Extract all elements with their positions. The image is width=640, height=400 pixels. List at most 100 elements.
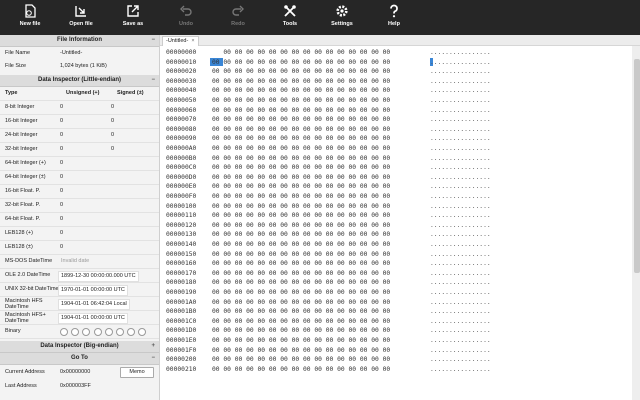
signed-value[interactable]: 0	[111, 143, 114, 156]
ascii-text[interactable]: ................	[430, 355, 491, 365]
ascii-text[interactable]: ................	[430, 230, 491, 240]
collapse-icon[interactable]: −	[151, 35, 155, 46]
signed-value[interactable]: 0	[111, 115, 114, 128]
hex-bytes[interactable]: 00 00 00 00 00 00 00 00 00 00 00 00 00 0…	[212, 173, 390, 183]
expand-icon[interactable]: +	[151, 341, 155, 352]
ascii-text[interactable]: ................	[430, 250, 491, 260]
signed-value[interactable]: 0	[111, 129, 114, 142]
hex-bytes[interactable]: 00 00 00 00 00 00 00 00 00 00 00 00 00 0…	[212, 125, 390, 135]
undo-button[interactable]: Undo	[163, 0, 209, 35]
save-as-button[interactable]: Save as	[110, 0, 156, 35]
hex-bytes[interactable]: 00 00 00 00 00 00 00 00 00 00 00 00 00 0…	[212, 58, 390, 68]
ascii-text[interactable]: ................	[430, 134, 491, 144]
value[interactable]: 0	[60, 157, 63, 170]
ascii-text[interactable]: ................	[430, 307, 491, 317]
ascii-text[interactable]: ................	[430, 115, 491, 125]
ascii-text[interactable]: ................	[430, 192, 491, 202]
ascii-text[interactable]: ................	[430, 58, 491, 68]
ascii-text[interactable]: ................	[430, 86, 491, 96]
value[interactable]: 0	[60, 241, 63, 254]
close-icon[interactable]: ×	[191, 38, 194, 44]
ascii-text[interactable]: ................	[430, 326, 491, 336]
hex-bytes[interactable]: 00 00 00 00 00 00 00 00 00 00 00 00 00 0…	[212, 288, 390, 298]
ascii-text[interactable]: ................	[430, 298, 491, 308]
hex-bytes[interactable]: 00 00 00 00 00 00 00 00 00 00 00 00 00 0…	[212, 230, 390, 240]
unsigned-value[interactable]: 0	[60, 143, 63, 156]
ascii-text[interactable]: ................	[430, 182, 491, 192]
hex-bytes[interactable]: 00 00 00 00 00 00 00 00 00 00 00 00 00 0…	[212, 96, 390, 106]
ascii-text[interactable]: ................	[430, 211, 491, 221]
collapse-icon[interactable]: −	[151, 75, 155, 86]
ascii-text[interactable]: ................	[430, 317, 491, 327]
value[interactable]: 0	[60, 171, 63, 184]
value[interactable]: 0	[60, 213, 63, 226]
hex-bytes[interactable]: 00 00 00 00 00 00 00 00 00 00 00 00 00 0…	[212, 144, 390, 154]
open-file-button[interactable]: Open file	[58, 0, 104, 35]
hex-bytes[interactable]: 00 00 00 00 00 00 00 00 00 00 00 00 00 0…	[212, 163, 390, 173]
hex-bytes[interactable]: 00 00 00 00 00 00 00 00 00 00 00 00 00 0…	[212, 307, 390, 317]
hex-bytes[interactable]: 00 00 00 00 00 00 00 00 00 00 00 00 00 0…	[212, 250, 390, 260]
ascii-text[interactable]: ................	[430, 106, 491, 116]
ascii-text[interactable]: ................	[430, 77, 491, 87]
ascii-text[interactable]: ................	[430, 278, 491, 288]
ascii-text[interactable]: ................	[430, 259, 491, 269]
hex-bytes[interactable]: 00 00 00 00 00 00 00 00 00 00 00 00 00 0…	[212, 336, 390, 346]
hex-bytes[interactable]: 00 00 00 00 00 00 00 00 00 00 00 00 00 0…	[212, 154, 390, 164]
value[interactable]: 0	[60, 185, 63, 198]
value[interactable]: 0	[60, 199, 63, 212]
ascii-text[interactable]: ................	[430, 163, 491, 173]
hex-bytes[interactable]: 00 00 00 00 00 00 00 00 00 00 00 00 00 0…	[212, 106, 390, 116]
file-info-header[interactable]: File Information −	[0, 35, 159, 47]
ascii-text[interactable]: ................	[430, 125, 491, 135]
settings-button[interactable]: Settings	[319, 0, 365, 35]
hex-bytes[interactable]: 00 00 00 00 00 00 00 00 00 00 00 00 00 0…	[212, 67, 390, 77]
unsigned-value[interactable]: 0	[60, 115, 63, 128]
hex-bytes[interactable]: 00 00 00 00 00 00 00 00 00 00 00 00 00 0…	[212, 221, 390, 231]
bit-toggle[interactable]	[60, 328, 68, 336]
hex-bytes[interactable]: 00 00 00 00 00 00 00 00 00 00 00 00 00 0…	[212, 115, 390, 125]
bit-toggle[interactable]	[127, 328, 136, 336]
hex-view[interactable]: 00000000 00 00 00 00 00 00 00 00 00 00 00…	[160, 46, 630, 400]
hex-bytes[interactable]: 00 00 00 00 00 00 00 00 00 00 00 00 00 0…	[212, 202, 390, 212]
hex-bytes[interactable]: 00 00 00 00 00 00 00 00 00 00 00 00 00 0…	[212, 134, 390, 144]
hex-bytes[interactable]: 00 00 00 00 00 00 00 00 00 00 00 00 00 0…	[212, 346, 390, 356]
ascii-text[interactable]: ................	[430, 336, 491, 346]
help-button[interactable]: Help	[371, 0, 417, 35]
ascii-text[interactable]: ................	[430, 288, 491, 298]
ascii-text[interactable]: ................	[430, 67, 491, 77]
ascii-text[interactable]: ................	[430, 202, 491, 212]
tools-button[interactable]: Tools	[267, 0, 313, 35]
hex-bytes[interactable]: 00 00 00 00 00 00 00 00 00 00 00 00 00 0…	[212, 48, 390, 58]
tab-untitled[interactable]: -Untitled- ×	[162, 36, 199, 46]
scrollbar-thumb[interactable]	[634, 59, 640, 273]
bit-toggle[interactable]	[93, 328, 102, 336]
hex-bytes[interactable]: 00 00 00 00 00 00 00 00 00 00 00 00 00 0…	[212, 86, 390, 96]
new-file-button[interactable]: New file	[7, 0, 53, 35]
ascii-text[interactable]: ................	[430, 346, 491, 356]
inspector-be-header[interactable]: Data Inspector (Big-endian) +	[0, 341, 159, 353]
unsigned-value[interactable]: 0	[60, 101, 63, 114]
unsigned-value[interactable]: 0	[60, 129, 63, 142]
ascii-text[interactable]: ................	[430, 96, 491, 106]
hex-bytes[interactable]: 00 00 00 00 00 00 00 00 00 00 00 00 00 0…	[212, 317, 390, 327]
ascii-text[interactable]: ................	[430, 269, 491, 279]
bit-toggle[interactable]	[104, 328, 113, 336]
bit-toggle[interactable]	[82, 328, 91, 336]
hex-bytes[interactable]: 00 00 00 00 00 00 00 00 00 00 00 00 00 0…	[212, 182, 390, 192]
ascii-text[interactable]: ................	[430, 154, 491, 164]
hex-bytes[interactable]: 00 00 00 00 00 00 00 00 00 00 00 00 00 0…	[212, 77, 390, 87]
ascii-text[interactable]: ................	[430, 240, 491, 250]
value[interactable]: 0	[60, 227, 63, 240]
bit-toggle[interactable]	[71, 328, 80, 336]
memo-button[interactable]: Memo	[120, 367, 154, 378]
collapse-icon[interactable]: −	[151, 353, 155, 364]
redo-button[interactable]: Redo	[215, 0, 261, 35]
hex-bytes[interactable]: 00 00 00 00 00 00 00 00 00 00 00 00 00 0…	[212, 278, 390, 288]
hex-bytes[interactable]: 00 00 00 00 00 00 00 00 00 00 00 00 00 0…	[212, 298, 390, 308]
hex-bytes[interactable]: 00 00 00 00 00 00 00 00 00 00 00 00 00 0…	[212, 240, 390, 250]
hex-bytes[interactable]: 00 00 00 00 00 00 00 00 00 00 00 00 00 0…	[212, 269, 390, 279]
hex-bytes[interactable]: 00 00 00 00 00 00 00 00 00 00 00 00 00 0…	[212, 259, 390, 269]
hex-bytes[interactable]: 00 00 00 00 00 00 00 00 00 00 00 00 00 0…	[212, 355, 390, 365]
selected-byte[interactable]: 00	[212, 49, 220, 56]
ascii-text[interactable]: ................	[430, 365, 491, 375]
